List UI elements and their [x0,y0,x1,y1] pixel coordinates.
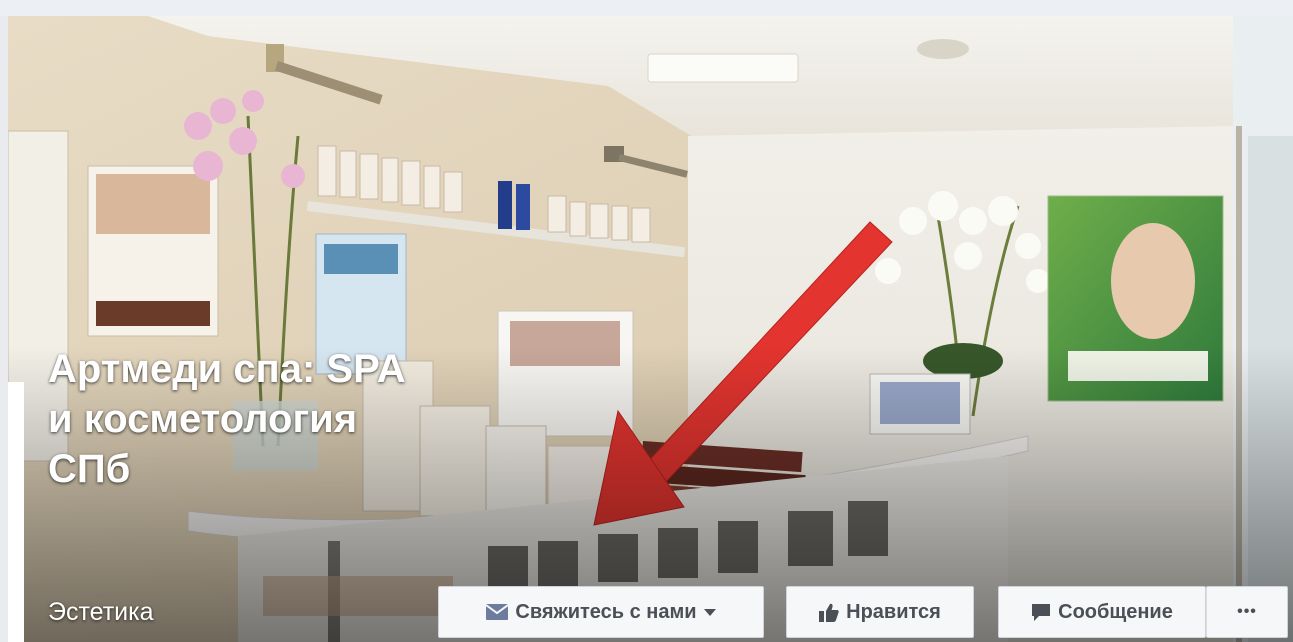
profile-picture-edge [8,382,24,642]
message-button[interactable]: Сообщение [998,586,1206,638]
cover-photo-image [8,16,1293,642]
top-strip [0,0,1293,16]
speech-bubble-icon [1031,603,1051,622]
ellipsis-icon: ••• [1237,603,1257,620]
contact-us-button[interactable]: Свяжитесь с нами [438,586,764,638]
caret-down-icon [703,608,716,616]
message-label: Сообщение [1058,600,1173,623]
page-title: Артмеди спа: SPA и косметология СПб [48,347,405,491]
thumbs-up-icon [819,603,839,622]
like-label: Нравится [846,600,941,623]
cover-photo[interactable]: Артмеди спа: SPA и косметология СПб Эсте… [8,16,1293,642]
envelope-icon [486,604,509,620]
page-category[interactable]: Эстетика [48,598,154,627]
contact-us-label: Свяжитесь с нами [515,600,697,623]
more-options-button[interactable]: ••• [1206,586,1288,638]
like-button[interactable]: Нравится [786,586,974,638]
